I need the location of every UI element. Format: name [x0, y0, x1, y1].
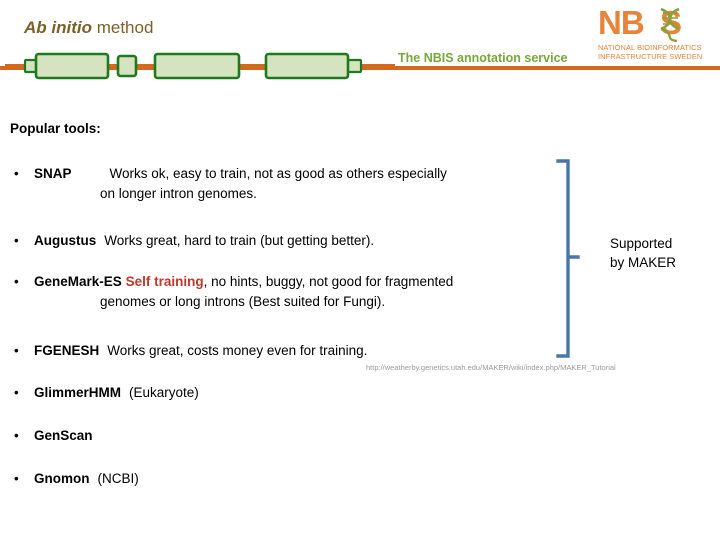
tool-name: SNAP [34, 166, 72, 181]
nbis-logo: NBIIS NATIONAL BIOINFORMATICS INFRASTRUC… [598, 4, 716, 62]
page-title-rest: method [91, 18, 154, 37]
tool-desc-line2: on longer intron genomes. [100, 186, 257, 201]
list-item: • Augustus Works great, hard to train (bu… [14, 231, 554, 251]
slide-header: Ab initio method The NBIS annotation ser… [0, 0, 720, 100]
list-item-text: GeneMark-ES Self training, no hints, bug… [34, 272, 554, 312]
tool-desc-line1: (Eukaryote) [129, 385, 199, 400]
list-item-text: SNAP Works ok, easy to train, not as good… [34, 164, 554, 204]
list-item: • SNAP Works ok, easy to train, not as go… [14, 164, 554, 204]
page-title-italic: Ab initio [24, 18, 92, 37]
tool-desc-line1: , no hints, buggy, not good for fragment… [203, 274, 454, 289]
tool-highlight: Self training [125, 274, 204, 289]
tool-name: FGENESH [34, 343, 100, 358]
tool-desc-line1: (NCBI) [97, 471, 139, 486]
list-item-text: Augustus Works great, hard to train (but … [34, 231, 554, 251]
tool-desc-line2: genomes or long introns (Best suited for… [100, 294, 386, 309]
callout-line2: by MAKER [610, 255, 677, 270]
bullet-marker: • [14, 166, 19, 181]
callout-line1: Supported [610, 236, 673, 251]
tool-name: Augustus [34, 233, 97, 248]
list-item-text: Gnomon (NCBI) [34, 469, 554, 489]
bullet-marker: • [14, 471, 19, 486]
list-item: • GeneMark-ES Self training, no hints, b… [14, 272, 554, 312]
nbis-tagline: The NBIS annotation service [398, 51, 568, 65]
list-item-text: GlimmerHMM (Eukaryote) [34, 383, 554, 403]
list-item-text: FGENESH Works great, costs money even for… [34, 341, 554, 361]
tool-name: Gnomon [34, 471, 90, 486]
gene-model-icon [0, 48, 400, 84]
nbis-logo-subtitle: NATIONAL BIOINFORMATICS INFRASTRUCTURE S… [598, 43, 716, 61]
list-item: • GlimmerHMM (Eukaryote) [14, 383, 554, 403]
tool-name: GenScan [34, 428, 93, 443]
bullet-marker: • [14, 274, 19, 289]
curly-brace-icon [556, 158, 588, 360]
tool-name: GlimmerHMM [34, 385, 122, 400]
list-item: • FGENESH Works great, costs money even f… [14, 341, 554, 361]
supported-by-maker-callout: Supported by MAKER [610, 234, 676, 272]
bullet-marker: • [14, 233, 19, 248]
source-url: http://weatherby.genetics.utah.edu/MAKER… [366, 363, 616, 372]
bullet-marker: • [14, 343, 19, 358]
dna-helix-icon [655, 6, 685, 43]
bullet-marker: • [14, 385, 19, 400]
list-item: • GenScan [14, 426, 554, 446]
bullet-marker: • [14, 428, 19, 443]
nbis-logo-subtitle-line2: INFRASTRUCTURE SWEDEN [598, 52, 703, 61]
nbis-logo-subtitle-line1: NATIONAL BIOINFORMATICS [598, 43, 702, 52]
tool-desc-line1: Works great, hard to train (but getting … [104, 233, 375, 248]
nbis-wordmark-left: NB [598, 4, 645, 41]
page-title: Ab initio method [24, 18, 153, 38]
list-item-text: GenScan [34, 426, 554, 446]
list-item: • Gnomon (NCBI) [14, 469, 554, 489]
tool-name: GeneMark-ES [34, 274, 122, 289]
section-heading: Popular tools: [10, 121, 101, 136]
tool-desc-line1: Works ok, easy to train, not as good as … [109, 166, 447, 181]
tool-desc-line1: Works great, costs money even for traini… [107, 343, 368, 358]
